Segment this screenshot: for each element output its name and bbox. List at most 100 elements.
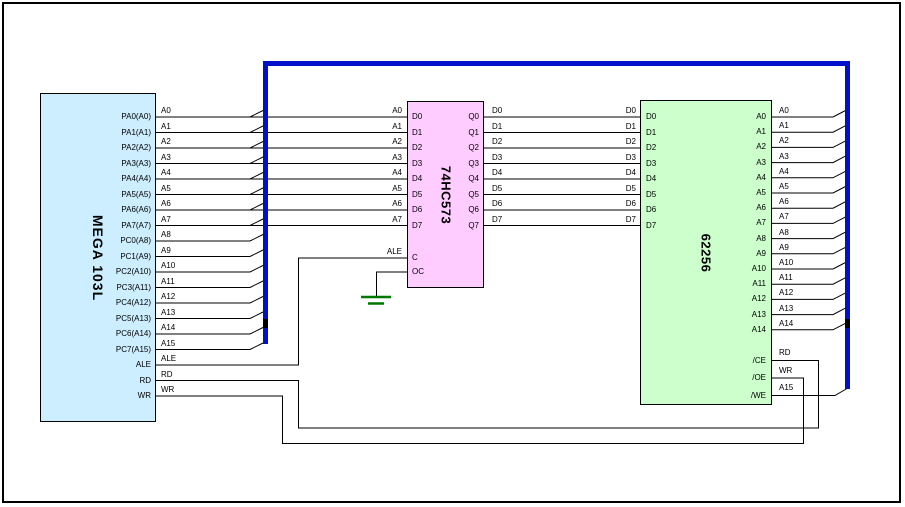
pin-latch-q1: Q1 <box>419 128 479 138</box>
pin-sram-a9: A9 <box>706 249 766 259</box>
pin-mcu-pa3(a3): PA3(A3) <box>91 159 151 169</box>
pin-mcu-pa1(a1): PA1(A1) <box>91 128 151 138</box>
net-label-right-a4: A4 <box>779 167 789 177</box>
bus-entry-A7 <box>250 219 264 226</box>
net-label-ctrl-rd: RD <box>779 348 791 358</box>
bus-entry-A14 <box>250 327 264 334</box>
net-label-right-a0: A0 <box>779 106 789 116</box>
net-label-a10: A10 <box>161 261 175 271</box>
net-label-right-a10: A10 <box>779 258 793 268</box>
net-label-latch-ale: ALE <box>342 247 402 257</box>
pin-latch-q0: Q0 <box>419 112 479 122</box>
pin-latch-c: C <box>412 253 418 263</box>
net-label-a1: A1 <box>161 122 171 132</box>
bus-mark-left <box>263 319 268 328</box>
net-label-data-d2: D2 <box>492 137 502 147</box>
wire-ale <box>156 258 407 365</box>
wire-oc-ground <box>377 272 408 296</box>
net-label-rd: RD <box>161 370 173 380</box>
pin-sram-d6: D6 <box>646 205 656 215</box>
pin-latch-q6: Q6 <box>419 205 479 215</box>
net-label-data2-d1: D1 <box>576 122 636 132</box>
pin-mcu-pa5(a5): PA5(A5) <box>91 190 151 200</box>
net-label-a7: A7 <box>161 215 171 225</box>
pin-sram-a1: A1 <box>706 127 766 137</box>
net-label-a8: A8 <box>161 230 171 240</box>
pin-sram-d3: D3 <box>646 159 656 169</box>
pin-mcu-pa4(a4): PA4(A4) <box>91 174 151 184</box>
net-label-data-d6: D6 <box>492 199 502 209</box>
net-label-ctrl-wr: WR <box>779 366 792 376</box>
pin-mcu-pc4(a12): PC4(A12) <box>91 298 151 308</box>
net-label-a6: A6 <box>161 199 171 209</box>
net-label-data-d3: D3 <box>492 153 502 163</box>
bus-entry-A10 <box>250 265 264 272</box>
pin-sram-a11: A11 <box>706 279 766 289</box>
bus-entry-A2 <box>250 141 264 148</box>
net-label-right-a12: A12 <box>779 288 793 298</box>
net-label-data-d5: D5 <box>492 184 502 194</box>
pin-sram-a5: A5 <box>706 188 766 198</box>
net-label-a2: A2 <box>161 137 171 147</box>
net-label-a0: A0 <box>161 106 171 116</box>
net-label-data-d0: D0 <box>492 106 502 116</box>
pin-latch-q5: Q5 <box>419 190 479 200</box>
pin-sram-d5: D5 <box>646 190 656 200</box>
net-label-data2-d2: D2 <box>576 137 636 147</box>
pin-latch-q2: Q2 <box>419 143 479 153</box>
net-label-data-d4: D4 <box>492 168 502 178</box>
pin-sram-nce: /CE <box>706 356 766 366</box>
pin-sram-d1: D1 <box>646 128 656 138</box>
net-label-a4: A4 <box>161 168 171 178</box>
bus-entry-A1 <box>250 126 264 133</box>
pin-mcu-pa7(a7): PA7(A7) <box>91 221 151 231</box>
net-label-latch-in-a1: A1 <box>342 122 402 132</box>
net-label-data2-d5: D5 <box>576 184 636 194</box>
net-label-latch-in-a3: A3 <box>342 153 402 163</box>
net-label-right-a7: A7 <box>779 212 789 222</box>
net-label-right-a1: A1 <box>779 121 789 131</box>
bus-entry-A9 <box>250 250 264 257</box>
bus-entry-A13 <box>250 312 264 319</box>
pin-sram-a8: A8 <box>706 234 766 244</box>
net-label-right-a11: A11 <box>779 273 793 283</box>
schematic-canvas: MEGA 103L 74HC573 62256 PA0(A0)A0PA1(A1)… <box>0 0 905 507</box>
pin-sram-d0: D0 <box>646 112 656 122</box>
net-label-right-a14: A14 <box>779 319 793 329</box>
pin-latch-q3: Q3 <box>419 159 479 169</box>
pin-mcu-pa0(a0): PA0(A0) <box>91 112 151 122</box>
net-label-data-d1: D1 <box>492 122 502 132</box>
pin-sram-a10: A10 <box>706 264 766 274</box>
pin-mcu-pc5(a13): PC5(A13) <box>91 314 151 324</box>
net-label-data2-d7: D7 <box>576 215 636 225</box>
net-label-a11: A11 <box>161 277 175 287</box>
pin-sram-a3: A3 <box>706 158 766 168</box>
net-label-a5: A5 <box>161 184 171 194</box>
bus-entry-A11 <box>250 281 264 288</box>
pin-sram-a4: A4 <box>706 173 766 183</box>
net-label-data2-d3: D3 <box>576 153 636 163</box>
pin-sram-noe: /OE <box>706 373 766 383</box>
net-label-right-a2: A2 <box>779 136 789 146</box>
bus-entry-A3 <box>250 157 264 164</box>
pin-mcu-pc2(a10): PC2(A10) <box>91 267 151 277</box>
pin-sram-a7: A7 <box>706 218 766 228</box>
pin-mcu-pa2(a2): PA2(A2) <box>91 143 151 153</box>
pin-mcu-pc7(a15): PC7(A15) <box>91 345 151 355</box>
pin-sram-d4: D4 <box>646 174 656 184</box>
net-label-a14: A14 <box>161 323 175 333</box>
pin-sram-a0: A0 <box>706 112 766 122</box>
net-label-ctrl-a15: A15 <box>779 383 793 393</box>
pin-sram-a2: A2 <box>706 142 766 152</box>
pin-latch-oc: OC <box>412 267 424 277</box>
pin-mcu-pc1(a9): PC1(A9) <box>91 252 151 262</box>
net-label-a12: A12 <box>161 292 175 302</box>
pin-sram-a13: A13 <box>706 310 766 320</box>
net-label-latch-in-a5: A5 <box>342 184 402 194</box>
net-label-right-a6: A6 <box>779 197 789 207</box>
bus-entry-A0 <box>250 110 264 117</box>
bus-entry-A5 <box>250 188 264 195</box>
bus-entry-A15 <box>250 343 264 350</box>
net-label-right-a8: A8 <box>779 228 789 238</box>
bus-entry-A8 <box>250 234 264 241</box>
